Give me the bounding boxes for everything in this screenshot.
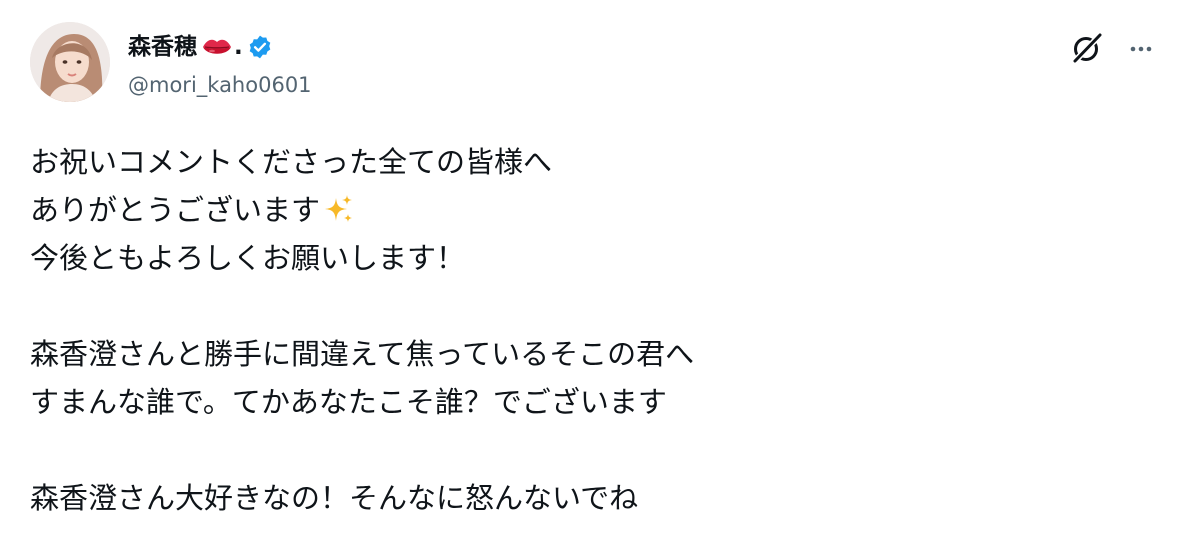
grok-icon[interactable] [1070, 31, 1104, 65]
tweet-line-3: 今後ともよろしくお願いします！ [30, 241, 466, 275]
tweet-line-5: 森香澄さんと勝手に間違えて焦っているそこの君へ [30, 337, 695, 371]
sparkles-icon [322, 191, 354, 223]
author-handle[interactable]: @mori_kaho0601 [128, 70, 312, 100]
tweet-header: 森香穂 . @mori_kaho0601 [30, 22, 1170, 106]
tweet-line-1: お祝いコメントくださった全ての皆様へ [30, 145, 553, 179]
tweet-line-6: すまんな誰で。てかあなたこそ誰？でございます [30, 385, 667, 419]
avatar[interactable] [30, 22, 110, 102]
more-options-icon[interactable] [1126, 34, 1156, 64]
tweet-text: お祝いコメントくださった全ての皆様へ ありがとうございます 今後ともよろしくお願… [30, 138, 1150, 522]
author-display-name[interactable]: 森香穂 [128, 30, 197, 64]
author-name-row[interactable]: 森香穂 . [128, 30, 273, 64]
author-name-suffix: . [234, 34, 243, 60]
tweet-line-2-text: ありがとうございます [30, 193, 321, 227]
tweet-line-2: ありがとうございます [30, 186, 1150, 234]
lips-icon [201, 35, 233, 59]
verified-badge-icon[interactable] [247, 34, 273, 60]
tweet-line-8: 森香澄さん大好きなの！そんなに怒んないでね [30, 481, 639, 515]
